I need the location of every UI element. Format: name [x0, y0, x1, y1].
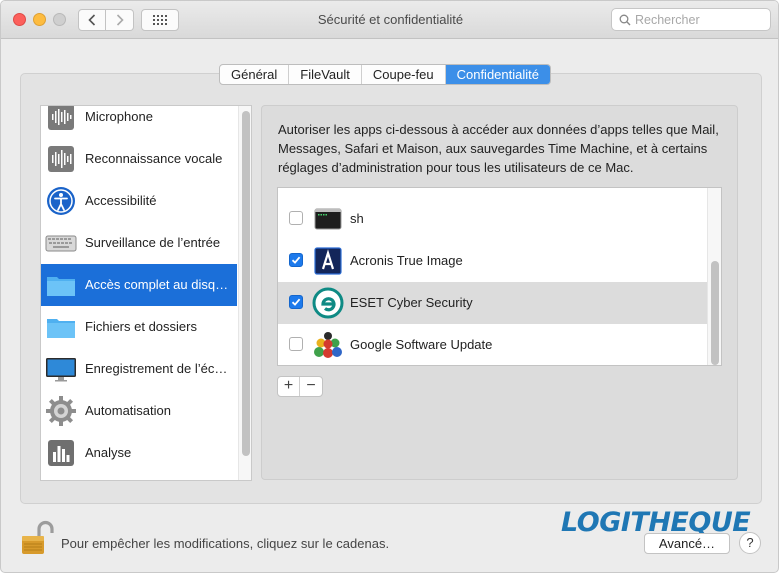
microphone-icon — [48, 106, 74, 130]
terminal-icon — [314, 208, 342, 230]
list-item[interactable]: ESET Cyber Security — [278, 282, 707, 324]
sidebar-scrollbar[interactable] — [238, 106, 251, 480]
sidebar-item-label: Reconnaissance vocale — [85, 151, 223, 166]
list-item[interactable]: Acronis True Image — [278, 240, 707, 282]
speech-recognition-icon — [48, 146, 74, 172]
checkmark-icon — [291, 256, 301, 264]
sidebar-item-label: Enregistrement de l’éc… — [85, 361, 228, 376]
tab-firewall[interactable]: Coupe-feu — [362, 65, 446, 84]
app-name: Acronis True Image — [350, 253, 463, 268]
sidebar-item-label: Accessibilité — [85, 193, 157, 208]
sidebar-item-full-disk-access[interactable]: Accès complet au disq… — [41, 264, 237, 306]
remove-app-button[interactable]: − — [300, 377, 322, 396]
sidebar-item-label: Microphone — [85, 109, 153, 124]
privacy-category-list: Microphone Reconnaissance vocale Accessi… — [40, 105, 252, 481]
app-list: sh Acronis True Image ESET Cyber Securit… — [277, 187, 722, 366]
preferences-window: Sécurité et confidentialité Rechercher G… — [0, 0, 779, 573]
sidebar-item-input-monitoring[interactable]: Surveillance de l’entrée — [41, 222, 237, 264]
title-bar: Sécurité et confidentialité Rechercher — [1, 1, 778, 39]
keyboard-icon — [45, 235, 77, 252]
app-list-scrollbar-thumb[interactable] — [711, 261, 719, 365]
add-remove-buttons: + − — [277, 376, 323, 397]
app-name: Google Software Update — [350, 337, 493, 352]
panel-description: Autoriser les apps ci-dessous à accéder … — [278, 122, 719, 175]
app-checkbox[interactable] — [289, 337, 303, 351]
app-name: ESET Cyber Security — [350, 295, 473, 310]
checkmark-icon — [291, 298, 301, 306]
google-update-icon — [314, 332, 342, 358]
display-icon — [46, 358, 76, 382]
search-icon — [619, 14, 631, 26]
search-placeholder: Rechercher — [635, 13, 700, 27]
search-field[interactable]: Rechercher — [611, 8, 771, 31]
folder-icon — [47, 277, 75, 296]
sidebar-item-label: Automatisation — [85, 403, 171, 418]
tab-general[interactable]: Général — [220, 65, 290, 84]
sidebar-item-files-folders[interactable]: Fichiers et dossiers — [41, 306, 237, 348]
help-button[interactable]: ? — [739, 532, 761, 554]
folder-icon — [47, 319, 75, 338]
list-item[interactable]: Google Software Update — [278, 324, 707, 365]
gear-icon — [46, 396, 76, 426]
sidebar-scrollbar-thumb[interactable] — [242, 111, 250, 456]
lock-hint-text: Pour empêcher les modifications, cliquez… — [61, 536, 390, 551]
tab-bar: Général FileVault Coupe-feu Confidential… — [219, 64, 551, 85]
sidebar-item-label: Surveillance de l’entrée — [85, 235, 221, 250]
lock-icon[interactable] — [20, 520, 54, 556]
app-checkbox[interactable] — [289, 295, 303, 309]
list-item[interactable]: sh — [278, 198, 707, 240]
sidebar-item-screen-recording[interactable]: Enregistrement de l’éc… — [41, 348, 237, 390]
advanced-button[interactable]: Avancé… — [644, 533, 730, 554]
sidebar-item-label: Fichiers et dossiers — [85, 319, 197, 334]
sidebar-item-label: Analyse — [85, 445, 132, 460]
add-app-button[interactable]: + — [278, 377, 300, 396]
eset-icon — [312, 287, 344, 319]
sidebar-item-accessibility[interactable]: Accessibilité — [41, 180, 237, 222]
sidebar-item-speech-recognition[interactable]: Reconnaissance vocale — [41, 138, 237, 180]
analytics-icon — [48, 440, 74, 466]
accessibility-icon — [47, 187, 75, 215]
sidebar-item-automation[interactable]: Automatisation — [41, 390, 237, 432]
app-name: sh — [350, 211, 364, 226]
sidebar-item-microphone[interactable]: Microphone — [41, 106, 237, 138]
app-list-scrollbar[interactable] — [707, 188, 721, 365]
app-checkbox[interactable] — [289, 211, 303, 225]
list-item[interactable] — [278, 188, 707, 192]
tab-filevault[interactable]: FileVault — [289, 65, 362, 84]
acronis-icon — [314, 247, 342, 275]
tab-privacy[interactable]: Confidentialité — [445, 65, 550, 84]
sidebar-item-label: Accès complet au disq… — [85, 277, 229, 292]
app-checkbox[interactable] — [289, 253, 303, 267]
sidebar-item-analytics[interactable]: Analyse — [41, 432, 237, 474]
